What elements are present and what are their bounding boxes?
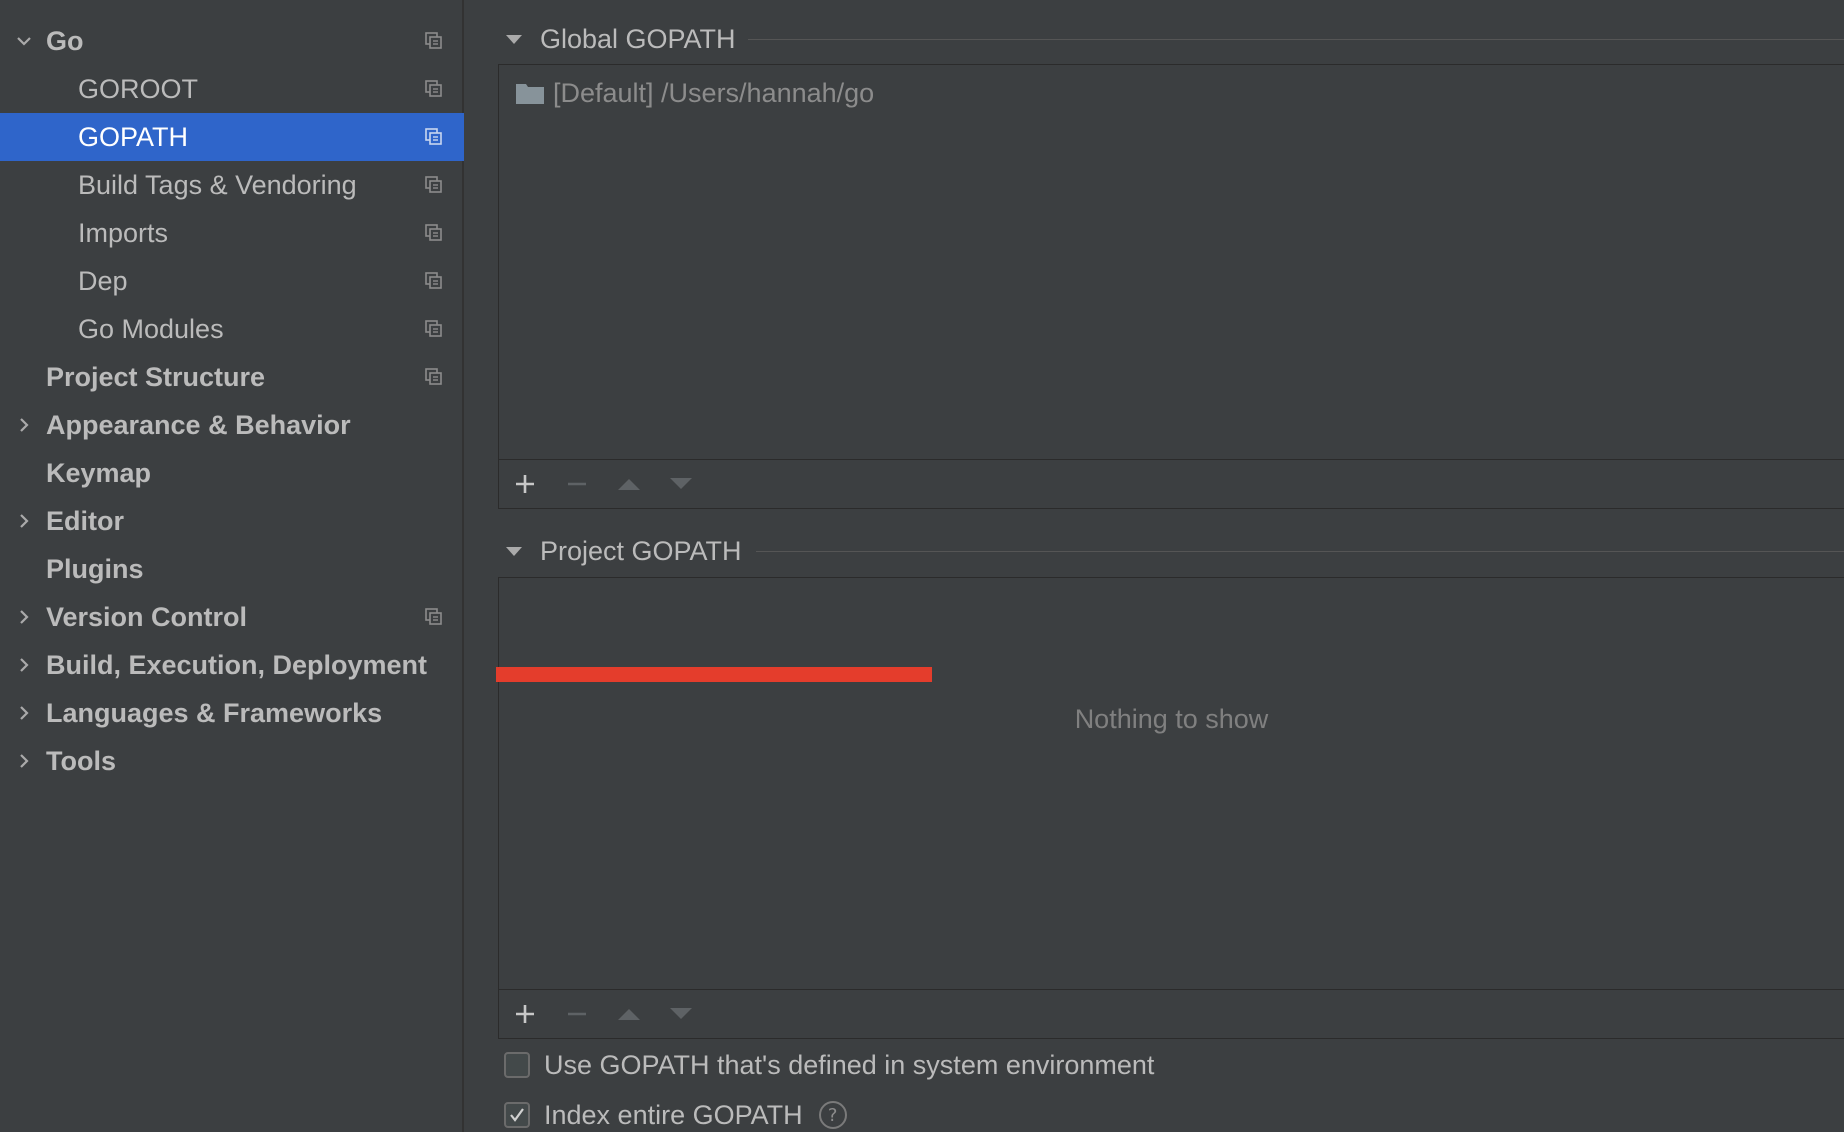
red-annotation-marker: [496, 667, 932, 682]
move-down-icon: [670, 1008, 692, 1019]
checkmark-icon: [510, 1108, 524, 1122]
section-title: Project GOPATH: [540, 535, 754, 567]
project-level-icon: [425, 80, 442, 97]
project-gopath-toolbar: [498, 989, 1844, 1039]
collapse-triangle-icon[interactable]: [504, 29, 524, 49]
tree-item-build-execution-deployment[interactable]: Build, Execution, Deployment: [0, 641, 464, 689]
tree-item-label: GOPATH: [78, 121, 189, 152]
chevron-right-icon[interactable]: [14, 607, 34, 627]
tree-item-build-tags[interactable]: Build Tags & Vendoring: [0, 161, 464, 209]
project-level-icon: [425, 176, 442, 193]
gopath-list-item[interactable]: [Default] /Users/hannah/go: [515, 73, 874, 113]
move-down-button[interactable]: [655, 990, 707, 1038]
tree-item-go[interactable]: Go: [0, 17, 464, 65]
tree-item-go-modules[interactable]: Go Modules: [0, 305, 464, 353]
chevron-right-icon[interactable]: [14, 751, 34, 771]
tree-item-label: Editor: [46, 505, 124, 536]
tree-item-label: Go: [46, 25, 84, 56]
tree-item-label: Imports: [78, 217, 169, 248]
index-entire-gopath-option[interactable]: Index entire GOPATH ?: [504, 1095, 847, 1132]
tree-item-label: Project Structure: [46, 361, 266, 392]
tree-item-label: Keymap: [46, 457, 152, 488]
add-button[interactable]: [499, 990, 551, 1038]
add-button[interactable]: [499, 460, 551, 508]
tree-item-label: Tools: [46, 745, 116, 776]
tree-item-plugins[interactable]: Plugins: [0, 545, 464, 593]
use-system-gopath-option[interactable]: Use GOPATH that's defined in system envi…: [504, 1045, 1154, 1085]
tree-item-label: GOROOT: [78, 73, 198, 104]
section-title: Global GOPATH: [540, 23, 748, 55]
project-level-icon: [425, 32, 442, 49]
tree-item-gopath[interactable]: GOPATH: [0, 113, 464, 161]
chevron-right-icon[interactable]: [14, 415, 34, 435]
gopath-entry-path: [Default] /Users/hannah/go: [553, 77, 875, 108]
move-up-button[interactable]: [603, 990, 655, 1038]
settings-tree: Go GOROOT GOPATH Build Tags & Vendoring …: [0, 0, 464, 1132]
checkbox-label: Use GOPATH that's defined in system envi…: [544, 1049, 1155, 1080]
tree-item-keymap[interactable]: Keymap: [0, 449, 464, 497]
project-level-icon: [425, 608, 442, 625]
tree-item-editor[interactable]: Editor: [0, 497, 464, 545]
tree-item-label: Plugins: [46, 553, 144, 584]
project-level-icon: [425, 224, 442, 241]
index-entire-gopath-checkbox[interactable]: [504, 1102, 530, 1128]
chevron-right-icon[interactable]: [14, 655, 34, 675]
project-level-icon: [425, 368, 442, 385]
project-level-icon: [425, 320, 442, 337]
tree-item-goroot[interactable]: GOROOT: [0, 65, 464, 113]
tree-item-tools[interactable]: Tools: [0, 737, 464, 785]
global-gopath-list[interactable]: [Default] /Users/hannah/go: [498, 64, 1844, 460]
tree-item-languages-frameworks[interactable]: Languages & Frameworks: [0, 689, 464, 737]
tree-item-label: Dep: [78, 265, 128, 296]
project-level-icon: [425, 272, 442, 289]
tree-item-appearance-behavior[interactable]: Appearance & Behavior: [0, 401, 464, 449]
move-down-button[interactable]: [655, 460, 707, 508]
empty-list-message: Nothing to show: [1074, 704, 1269, 734]
section-divider: [756, 551, 1844, 552]
chevron-right-icon[interactable]: [14, 511, 34, 531]
checkbox-label: Index entire GOPATH: [544, 1099, 803, 1130]
project-gopath-header[interactable]: Project GOPATH: [466, 531, 1844, 571]
move-down-icon: [670, 478, 692, 489]
tree-item-dep[interactable]: Dep: [0, 257, 464, 305]
chevron-right-icon[interactable]: [14, 703, 34, 723]
remove-icon: [568, 1012, 586, 1016]
remove-icon: [568, 482, 586, 486]
global-gopath-header[interactable]: Global GOPATH: [466, 19, 1844, 59]
help-icon[interactable]: ?: [818, 1101, 847, 1129]
remove-button[interactable]: [551, 460, 603, 508]
tree-item-imports[interactable]: Imports: [0, 209, 464, 257]
move-up-button[interactable]: [603, 460, 655, 508]
project-gopath-list[interactable]: Nothing to show: [498, 577, 1844, 991]
folder-icon: [516, 84, 544, 104]
tree-item-project-structure[interactable]: Project Structure: [0, 353, 464, 401]
project-level-icon: [425, 128, 442, 145]
move-up-icon: [618, 479, 640, 490]
move-up-icon: [618, 1009, 640, 1020]
use-system-gopath-checkbox[interactable]: [504, 1052, 530, 1078]
chevron-down-icon[interactable]: [14, 31, 34, 51]
tree-item-label: Appearance & Behavior: [46, 409, 351, 440]
add-icon: [516, 1005, 534, 1023]
tree-item-label: Languages & Frameworks: [46, 697, 383, 728]
settings-window: Go GOROOT GOPATH Build Tags & Vendoring …: [0, 0, 1844, 1132]
add-icon: [516, 475, 534, 493]
remove-button[interactable]: [551, 990, 603, 1038]
tree-item-label: Build Tags & Vendoring: [78, 169, 357, 200]
tree-item-version-control[interactable]: Version Control: [0, 593, 464, 641]
tree-item-label: Go Modules: [78, 313, 224, 344]
tree-item-label: Version Control: [46, 601, 248, 632]
tree-item-label: Build, Execution, Deployment: [46, 649, 428, 680]
section-divider: [746, 39, 1844, 40]
global-gopath-toolbar: [498, 459, 1844, 509]
collapse-triangle-icon[interactable]: [504, 541, 524, 561]
gopath-settings-panel: Global GOPATH [Default] /Users/hannah/go: [466, 0, 1844, 1132]
